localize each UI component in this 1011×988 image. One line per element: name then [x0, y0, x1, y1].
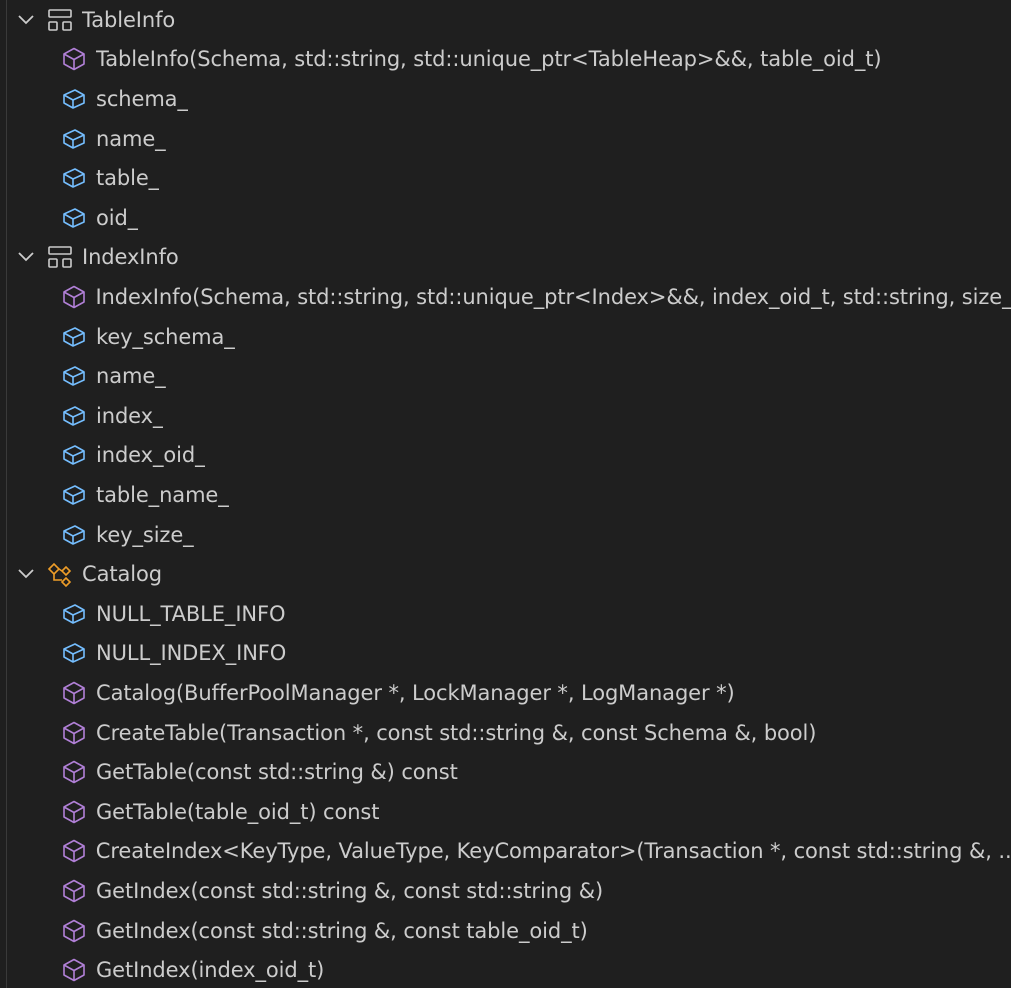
method-icon — [60, 758, 88, 786]
struct-icon — [46, 243, 74, 271]
outline-field-item[interactable]: table_name_ — [0, 475, 1011, 515]
outline-method-item[interactable]: GetIndex(const std::string &, const std:… — [0, 871, 1011, 911]
field-icon — [60, 323, 88, 351]
field-icon — [60, 125, 88, 153]
outline-item-label: CreateTable(Transaction *, const std::st… — [96, 720, 817, 745]
field-icon — [60, 85, 88, 113]
outline-method-item[interactable]: CreateIndex<KeyType, ValueType, KeyCompa… — [0, 832, 1011, 872]
field-icon — [60, 402, 88, 430]
outline-field-item[interactable]: schema_ — [0, 79, 1011, 119]
outline-method-item[interactable]: Catalog(BufferPoolManager *, LockManager… — [0, 673, 1011, 713]
outline-item-label: Catalog(BufferPoolManager *, LockManager… — [96, 680, 735, 705]
outline-item-label: schema_ — [96, 86, 188, 111]
outline-item-label: IndexInfo(Schema, std::string, std::uniq… — [95, 284, 1011, 309]
outline-item-label: TableInfo(Schema, std::string, std::uniq… — [96, 47, 882, 72]
outline-item-label: GetIndex(index_oid_t) — [96, 958, 325, 983]
outline-item-label: GetIndex(const std::string &, const tabl… — [96, 918, 588, 943]
field-icon — [60, 521, 88, 549]
outline-method-item[interactable]: TableInfo(Schema, std::string, std::uniq… — [0, 40, 1011, 80]
method-icon — [60, 719, 88, 747]
outline-field-item[interactable]: NULL_INDEX_INFO — [0, 634, 1011, 674]
outline-item-label: index_oid_ — [96, 443, 206, 468]
field-icon — [60, 362, 88, 390]
outline-group-label: Catalog — [82, 562, 162, 587]
method-icon — [60, 956, 88, 984]
outline-item-label: GetIndex(const std::string &, const std:… — [96, 878, 604, 903]
outline-field-item[interactable]: index_ — [0, 396, 1011, 436]
outline-item-label: key_schema_ — [96, 324, 235, 349]
outline-item-label: name_ — [96, 364, 166, 389]
outline-field-item[interactable]: name_ — [0, 356, 1011, 396]
method-icon — [60, 283, 87, 311]
outline-item-label: GetTable(const std::string &) const — [96, 760, 458, 785]
outline-field-item[interactable]: table_ — [0, 158, 1011, 198]
outline-field-item[interactable]: NULL_TABLE_INFO — [0, 594, 1011, 634]
outline-item-label: index_ — [96, 403, 164, 428]
outline-item-label: CreateIndex<KeyType, ValueType, KeyCompa… — [95, 839, 1011, 864]
outline-group-indexinfo[interactable]: IndexInfo — [0, 238, 1011, 278]
method-icon — [60, 837, 88, 865]
outline-field-item[interactable]: key_schema_ — [0, 317, 1011, 357]
outline-group-tableinfo[interactable]: TableInfo — [0, 0, 1011, 40]
field-icon — [60, 600, 88, 628]
field-icon — [60, 639, 88, 667]
outline-method-item[interactable]: CreateTable(Transaction *, const std::st… — [0, 713, 1011, 753]
method-icon — [60, 877, 88, 905]
outline-item-label: table_ — [96, 166, 160, 191]
outline-item-label: name_ — [96, 126, 166, 151]
outline-field-item[interactable]: name_ — [0, 119, 1011, 159]
chevron-down-icon[interactable] — [16, 10, 36, 30]
outline-tree: TableInfoTableInfo(Schema, std::string, … — [0, 0, 1011, 988]
outline-method-item[interactable]: GetIndex(index_oid_t) — [0, 950, 1011, 988]
outline-method-item[interactable]: GetTable(table_oid_t) const — [0, 792, 1011, 832]
outline-item-label: key_size_ — [96, 522, 194, 547]
class-icon — [46, 560, 74, 588]
outline-method-item[interactable]: GetIndex(const std::string &, const tabl… — [0, 911, 1011, 951]
method-icon — [60, 45, 88, 73]
field-icon — [60, 481, 88, 509]
outline-item-label: NULL_INDEX_INFO — [96, 641, 287, 666]
outline-field-item[interactable]: oid_ — [0, 198, 1011, 238]
field-icon — [60, 441, 88, 469]
outline-item-label: NULL_TABLE_INFO — [96, 601, 286, 626]
outline-group-label: IndexInfo — [82, 245, 179, 270]
method-icon — [60, 917, 88, 945]
outline-item-label: oid_ — [96, 205, 139, 230]
outline-group-catalog[interactable]: Catalog — [0, 554, 1011, 594]
field-icon — [60, 164, 88, 192]
field-icon — [60, 204, 88, 232]
outline-group-label: TableInfo — [82, 7, 176, 32]
outline-method-item[interactable]: IndexInfo(Schema, std::string, std::uniq… — [0, 277, 1011, 317]
chevron-down-icon[interactable] — [16, 564, 36, 584]
method-icon — [60, 679, 88, 707]
chevron-down-icon[interactable] — [16, 247, 36, 267]
method-icon — [60, 798, 88, 826]
outline-field-item[interactable]: key_size_ — [0, 515, 1011, 555]
outline-method-item[interactable]: GetTable(const std::string &) const — [0, 752, 1011, 792]
outline-item-label: table_name_ — [96, 482, 229, 507]
struct-icon — [46, 6, 74, 34]
outline-field-item[interactable]: index_oid_ — [0, 436, 1011, 476]
outline-item-label: GetTable(table_oid_t) const — [96, 799, 380, 824]
